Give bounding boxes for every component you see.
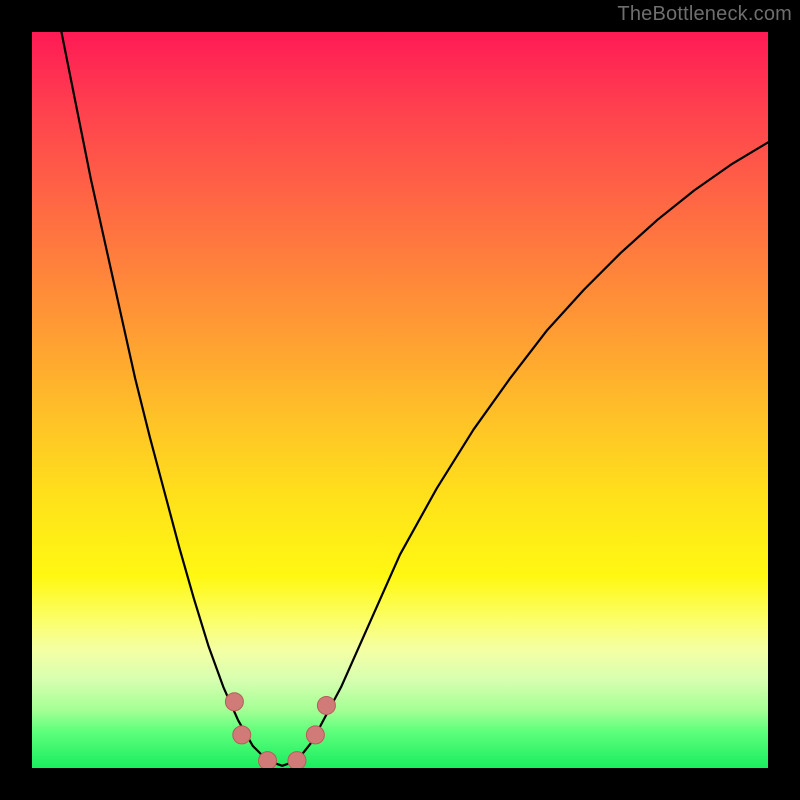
marker-left-upper <box>225 693 243 711</box>
marker-right-upper <box>317 696 335 714</box>
chart-frame: TheBottleneck.com <box>0 0 800 800</box>
markers-group <box>225 693 335 768</box>
plot-area <box>32 32 768 768</box>
marker-left-lower <box>233 726 251 744</box>
bottleneck-curve <box>61 32 768 766</box>
marker-valley-left <box>259 752 277 768</box>
marker-valley-right <box>288 752 306 768</box>
plot-svg <box>32 32 768 768</box>
marker-right-lower <box>306 726 324 744</box>
watermark-text: TheBottleneck.com <box>617 3 792 26</box>
